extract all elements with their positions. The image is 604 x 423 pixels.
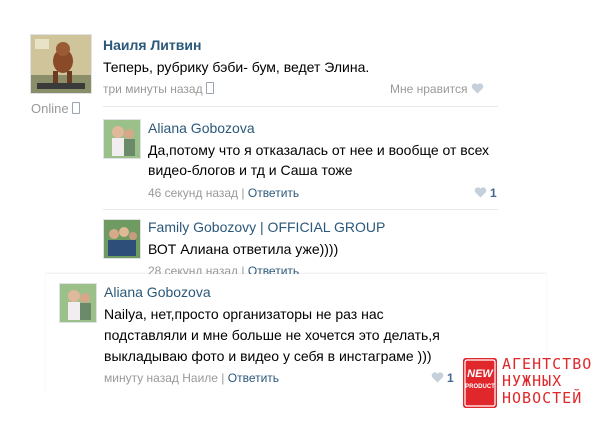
post-author-name[interactable]: Наиля Литвин [103,37,201,53]
comment-like-button[interactable]: 1 [431,371,454,385]
post-like-label: Мне нравится [390,82,468,96]
comment-text-line: выкладываю фото и видео у себя в инстагр… [104,348,432,364]
post-like-button[interactable]: Мне нравится [390,82,484,96]
photo-avatar-image [104,120,140,158]
comment-text-line: подставляли и мне больше не хочется это … [104,327,440,343]
badge-top-text: NEW [467,368,493,380]
comment-author-name[interactable]: Aliana Gobozova [148,120,255,136]
like-count: 1 [447,371,454,385]
comment-divider [103,209,498,210]
photo-avatar-image [104,220,140,258]
comment-like-button[interactable]: 1 [474,186,497,200]
watermark-badge: NEW PRODUCT [463,358,497,408]
watermark-line: НУЖНЫХ [502,372,563,390]
reply-link[interactable]: Ответить [228,371,279,385]
online-status: Online [31,101,80,116]
comment-author-name[interactable]: Aliana Gobozova [104,284,211,300]
comment-meta: 46 секунд назад | Ответить [148,186,299,200]
post-meta: три минуты назад [103,82,214,96]
comment-time[interactable]: минуту назад Наиле [104,371,218,385]
comment-text-line: ВОТ Алиана ответила уже)))) [148,241,339,257]
post-author-avatar[interactable] [30,34,92,94]
comment-author-avatar[interactable] [103,119,141,159]
heart-icon [474,187,487,198]
like-count: 1 [490,186,497,200]
heart-icon [431,372,444,383]
reply-link[interactable]: Ответить [248,186,299,200]
photo-avatar-image [60,284,96,322]
meta-separator: | [241,186,245,200]
comment-text-line: Nailya, нет,просто организаторы не раз н… [104,306,384,322]
reply-link[interactable]: Ответить [248,264,299,274]
heart-icon [471,83,484,94]
mobile-phone-icon [71,102,80,114]
mobile-phone-icon [205,82,214,94]
post-divider [103,106,498,107]
comment-time[interactable]: 46 секунд назад [148,186,238,200]
meta-separator: | [241,264,245,274]
watermark-line: АГЕНТСТВО [502,355,593,373]
comment-author-name[interactable]: Family Gobozovy | OFFICIAL GROUP [148,219,385,235]
badge-bottom-text: PRODUCT [465,384,495,390]
post-text: Теперь, рубрику бэби- бум, ведет Элина. [103,59,370,75]
watermark-line: НОВОСТЕЙ [502,389,583,407]
comment-meta: 28 секунд назад | Ответить [148,264,299,274]
comment-time[interactable]: 28 секунд назад [148,264,238,274]
comment-text-line: видео-блогов и тд и Саша тоже [148,162,353,178]
comment-meta: минуту назад Наиле | Ответить [104,371,279,385]
meta-separator: | [221,371,225,385]
comment-author-avatar[interactable] [103,219,141,259]
comment-text-line: Да,потому что я отказалась от нее и вооб… [148,142,490,158]
online-status-text: Online [31,101,69,116]
new-product-badge-icon [463,358,497,408]
post-time[interactable]: три минуты назад [103,82,203,96]
comment-author-avatar[interactable] [59,283,97,323]
cartoon-avatar-image [31,35,91,93]
